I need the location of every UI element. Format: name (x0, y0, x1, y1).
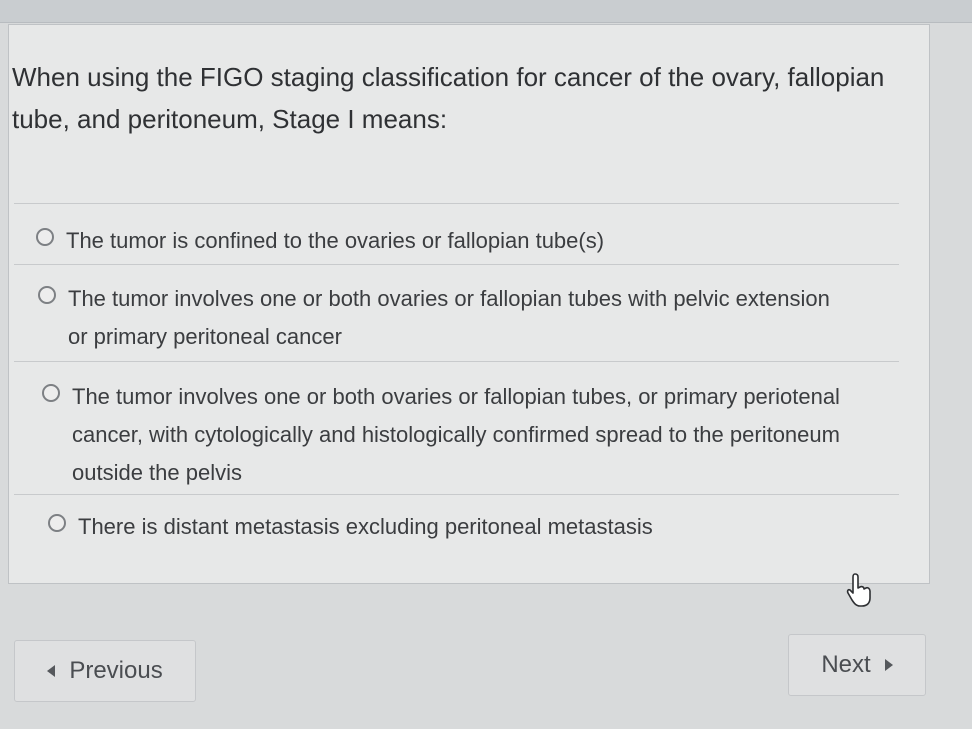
previous-button-label: Previous (69, 657, 163, 684)
answer-option-label: The tumor is confined to the ovaries or … (66, 228, 605, 253)
radio-unchecked-icon[interactable] (36, 228, 54, 246)
answer-option-1[interactable]: The tumor is confined to the ovaries or … (36, 222, 896, 260)
answer-option-4[interactable]: There is distant metastasis excluding pe… (48, 508, 908, 546)
radio-unchecked-icon[interactable] (38, 286, 56, 304)
divider (14, 361, 899, 362)
mouse-pointer-icon (846, 573, 871, 607)
answer-option-label: The tumor involves one or both ovaries o… (72, 384, 840, 485)
answer-option-label: The tumor involves one or both ovaries o… (68, 286, 830, 349)
answer-option-label: There is distant metastasis excluding pe… (78, 514, 653, 539)
caret-left-icon (47, 665, 56, 677)
radio-unchecked-icon[interactable] (48, 514, 66, 532)
answer-option-3[interactable]: The tumor involves one or both ovaries o… (42, 378, 902, 492)
divider (14, 494, 899, 495)
next-button[interactable]: Next (788, 634, 926, 696)
previous-button[interactable]: Previous (14, 640, 196, 702)
divider (14, 203, 899, 204)
answer-option-2[interactable]: The tumor involves one or both ovaries o… (38, 280, 838, 356)
divider (14, 264, 899, 265)
question-text: When using the FIGO staging classificati… (12, 62, 885, 134)
next-button-label: Next (821, 651, 871, 678)
radio-unchecked-icon[interactable] (42, 384, 60, 402)
top-strip (0, 0, 972, 23)
caret-right-icon (884, 659, 893, 671)
